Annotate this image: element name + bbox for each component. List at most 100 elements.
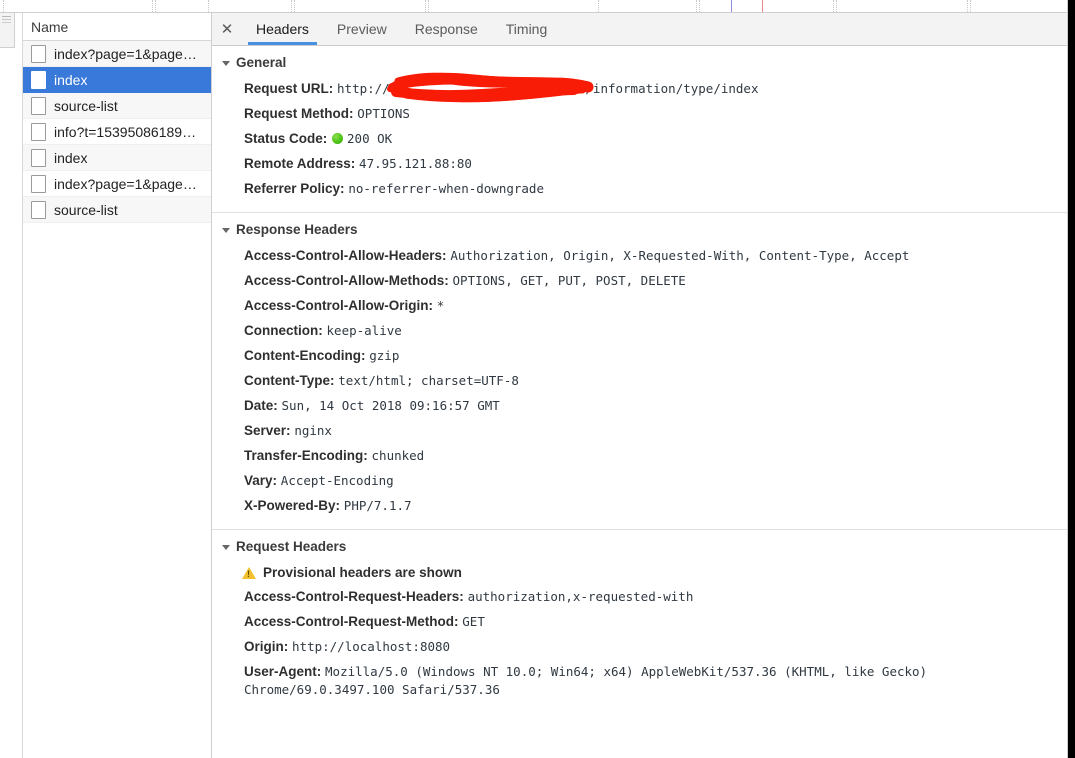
document-icon: [31, 70, 46, 89]
timeline-tick: [425, 0, 427, 12]
request-header-row: Access-Control-Request-Headers: authoriz…: [212, 585, 1075, 610]
response-header-rows: Access-Control-Allow-Headers: Authorizat…: [212, 244, 1075, 529]
dom-content-loaded-marker: [731, 0, 732, 12]
header-value: Mozilla/5.0 (Windows NT 10.0; Win64; x64…: [244, 664, 928, 697]
response-header-row: Server: nginx: [212, 419, 1075, 444]
timeline-tick: [208, 0, 210, 12]
referrer-policy-label: Referrer Policy:: [244, 181, 345, 196]
tab-headers[interactable]: Headers: [242, 13, 323, 45]
header-name: Server:: [244, 423, 291, 438]
document-icon: [31, 122, 46, 141]
request-row-label: source-list: [54, 201, 118, 218]
timeline-tick: [967, 0, 969, 12]
general-referrer-policy-row: Referrer Policy: no-referrer-when-downgr…: [212, 177, 1075, 202]
section-response-headers-label: Response Headers: [236, 222, 358, 237]
timeline-tick: [836, 0, 838, 12]
status-code-value: 200 OK: [347, 131, 393, 146]
timeline-tick: [696, 0, 698, 12]
timeline-tick: [291, 0, 293, 12]
document-icon: [31, 96, 46, 115]
provisional-headers-text: Provisional headers are shown: [263, 565, 462, 580]
section-response-headers-title[interactable]: Response Headers: [212, 213, 1075, 244]
section-general-title[interactable]: General: [212, 46, 1075, 77]
response-header-row: Content-Type: text/html; charset=UTF-8: [212, 369, 1075, 394]
request-row[interactable]: index: [23, 145, 211, 171]
request-list-pane: Name index?page=1&page… index source-lis…: [23, 13, 212, 758]
column-header-name: Name: [31, 18, 69, 35]
request-list[interactable]: index?page=1&page… index source-list inf…: [23, 41, 211, 758]
headers-content: General Request URL: http://xxxxxxxxxxxx…: [212, 46, 1075, 758]
request-header-row: Origin: http://localhost:8080: [212, 635, 1075, 660]
request-row[interactable]: index?page=1&page…: [23, 41, 211, 67]
general-rows: Request URL: http://xxxxxxxxxxxxxxxxxxxx…: [212, 72, 1075, 212]
request-row[interactable]: index?page=1&page…: [23, 171, 211, 197]
header-name: Content-Encoding:: [244, 348, 366, 363]
header-name: Date:: [244, 398, 278, 413]
header-value: GET: [462, 614, 485, 629]
request-row-label: info?t=15395086189…: [54, 123, 197, 140]
header-value: authorization,x-requested-with: [467, 589, 694, 604]
detail-tabbar: ✕ Headers Preview Response Timing: [212, 13, 1075, 46]
network-timeline-strip: [0, 0, 1075, 13]
status-ok-dot-icon: [332, 133, 344, 144]
timeline-tick: [152, 0, 154, 12]
warning-icon: [242, 566, 256, 579]
section-request-headers: Request Headers Provisional headers are …: [212, 530, 1075, 713]
tab-response[interactable]: Response: [401, 13, 492, 45]
close-icon[interactable]: ✕: [212, 13, 242, 45]
response-header-row: X-Powered-By: PHP/7.1.7: [212, 494, 1075, 519]
devtools-network-panel: Name index?page=1&page… index source-lis…: [0, 0, 1075, 758]
request-row[interactable]: info?t=15395086189…: [23, 119, 211, 145]
timeline-tick: [598, 0, 600, 12]
request-list-header[interactable]: Name: [23, 13, 211, 41]
request-row-label: index: [54, 149, 88, 166]
header-value: Sun, 14 Oct 2018 09:16:57 GMT: [281, 398, 500, 413]
remote-address-value: 47.95.121.88:80: [359, 156, 472, 171]
header-value: Authorization, Origin, X-Requested-With,…: [450, 248, 910, 263]
header-value: text/html; charset=UTF-8: [338, 373, 519, 388]
header-value: chunked: [371, 448, 425, 463]
header-value: PHP/7.1.7: [343, 498, 412, 513]
tab-timing[interactable]: Timing: [492, 13, 562, 45]
remote-address-label: Remote Address:: [244, 156, 356, 171]
section-general: General Request URL: http://xxxxxxxxxxxx…: [212, 46, 1075, 213]
response-header-row: Access-Control-Allow-Headers: Authorizat…: [212, 244, 1075, 269]
header-value: *: [436, 298, 445, 313]
load-event-marker: [762, 0, 763, 12]
header-name: Connection:: [244, 323, 323, 338]
response-header-row: Access-Control-Allow-Methods: OPTIONS, G…: [212, 269, 1075, 294]
document-icon: [31, 200, 46, 219]
header-name: Access-Control-Allow-Methods:: [244, 273, 449, 288]
document-icon: [31, 148, 46, 167]
general-remote-address-row: Remote Address: 47.95.121.88:80: [212, 152, 1075, 177]
header-name: Content-Type:: [244, 373, 335, 388]
screen-right-edge: [1068, 0, 1075, 758]
provisional-headers-notice: Provisional headers are shown: [212, 561, 1075, 585]
timeline-tick: [833, 0, 835, 12]
timeline-tick: [3, 0, 5, 12]
request-header-row: Access-Control-Request-Method: GET: [212, 610, 1075, 635]
header-name: Origin:: [244, 639, 289, 654]
header-name: Access-Control-Request-Headers:: [244, 589, 464, 604]
header-name: Vary:: [244, 473, 278, 488]
request-row-label: index?page=1&page…: [54, 45, 197, 62]
request-row[interactable]: source-list: [23, 197, 211, 223]
response-header-row: Transfer-Encoding: chunked: [212, 444, 1075, 469]
response-header-row: Vary: Accept-Encoding: [212, 469, 1075, 494]
tab-preview[interactable]: Preview: [323, 13, 401, 45]
section-request-headers-title[interactable]: Request Headers: [212, 530, 1075, 561]
request-row[interactable]: source-list: [23, 93, 211, 119]
request-method-value: OPTIONS: [357, 106, 410, 121]
status-code-label: Status Code:: [244, 131, 328, 146]
timeline-tick: [970, 0, 972, 12]
chevron-down-icon: [222, 61, 230, 66]
request-row-selected[interactable]: index: [23, 67, 211, 93]
general-request-method-row: Request Method: OPTIONS: [212, 102, 1075, 127]
left-panel-stub: [0, 13, 15, 48]
timeline-tick: [155, 0, 157, 12]
general-status-code-row: Status Code: 200 OK: [212, 127, 1075, 152]
section-general-label: General: [236, 55, 287, 70]
request-url-prefix: http://: [337, 81, 390, 96]
request-detail-pane: ✕ Headers Preview Response Timing Genera…: [212, 13, 1075, 758]
response-header-row: Access-Control-Allow-Origin: *: [212, 294, 1075, 319]
